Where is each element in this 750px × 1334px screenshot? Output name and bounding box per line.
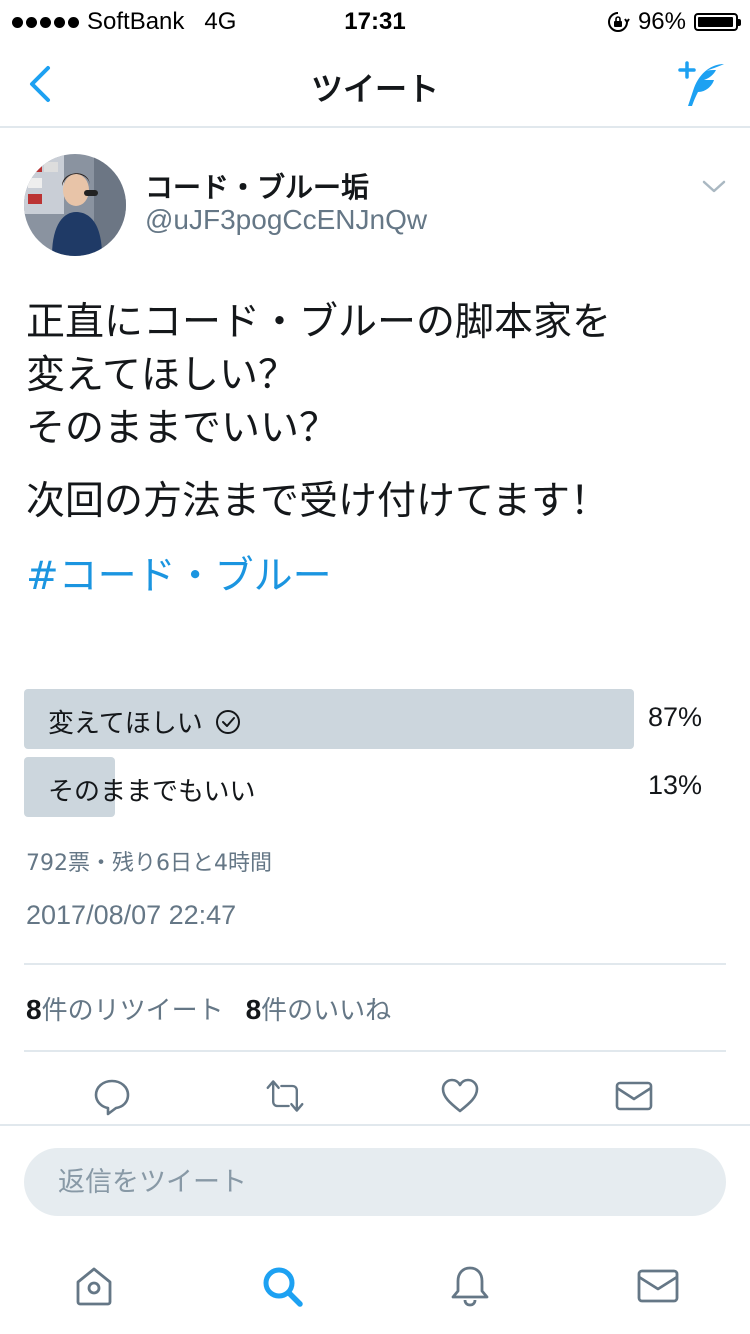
retweet-icon[interactable] (265, 1076, 305, 1116)
home-icon[interactable] (72, 1264, 116, 1308)
page-title: ツイート (310, 70, 439, 108)
navigation-bar: ツイート (0, 40, 750, 128)
check-circle-icon (215, 709, 240, 734)
notifications-icon[interactable] (448, 1264, 492, 1308)
like-icon[interactable] (440, 1076, 480, 1116)
likes-stat[interactable]: 8件のいいね (246, 990, 392, 1027)
poll-meta: 792票・残り6日と4時間 (26, 851, 272, 876)
poll-option-percent: 87% (647, 702, 702, 732)
battery-percent: 96% (637, 8, 686, 35)
poll-option-label: そのままでもいい (48, 777, 256, 807)
poll-option-label: 変えてほしい (48, 709, 203, 739)
compose-tweet-icon[interactable] (676, 58, 728, 110)
direct-message-icon[interactable] (614, 1076, 654, 1116)
retweets-count: 8 (26, 994, 42, 1025)
poll-option: 変えてほしい 87% (24, 689, 726, 749)
tweet-text-line: そのままでいい？ (26, 406, 339, 451)
status-bar: SoftBank 4G 17:31 96% (0, 0, 750, 40)
user-handle[interactable]: @uJF3pogCcENJnQw (145, 204, 427, 236)
status-right: 96% (606, 8, 741, 36)
tweet-text-line: 次回の方法まで受け付けてます！ (26, 479, 610, 524)
display-name[interactable]: コード・ブルー垢 (145, 166, 369, 206)
search-icon[interactable] (260, 1264, 304, 1308)
divider (24, 963, 726, 965)
battery-icon (694, 13, 741, 31)
tweet-timestamp: 2017/08/07 22:47 (26, 900, 237, 930)
messages-icon[interactable] (636, 1264, 680, 1308)
reply-input[interactable] (24, 1148, 726, 1216)
poll-option-percent: 13% (647, 770, 702, 800)
retweets-label: 件のリツイート (41, 996, 224, 1026)
tweet-text-line: 変えてほしい？ (26, 353, 298, 398)
hashtag-link[interactable]: #コード・ブルー (26, 550, 726, 603)
avatar[interactable] (24, 154, 126, 256)
tab-bar (0, 1240, 750, 1334)
divider (24, 1050, 726, 1052)
tweet-text-line: 正直にコード・ブルーの脚本家を (26, 300, 612, 345)
retweets-stat[interactable]: 8件のリツイート (26, 990, 224, 1027)
tweet-stats: 8件のリツイート 8件のいいね (26, 990, 391, 1027)
avatar-image (24, 154, 126, 256)
reply-area (0, 1124, 750, 1240)
chevron-down-icon[interactable] (700, 172, 728, 200)
likes-label: 件のいいね (261, 996, 392, 1026)
poll-option: そのままでもいい 13% (24, 757, 726, 817)
orientation-lock-icon (607, 12, 630, 32)
reply-icon[interactable] (92, 1076, 132, 1116)
likes-count: 8 (245, 994, 262, 1025)
tweet-text: 正直にコード・ブルーの脚本家を 変えてほしい？ そのままでいい？ 次回の方法まで… (26, 296, 726, 603)
